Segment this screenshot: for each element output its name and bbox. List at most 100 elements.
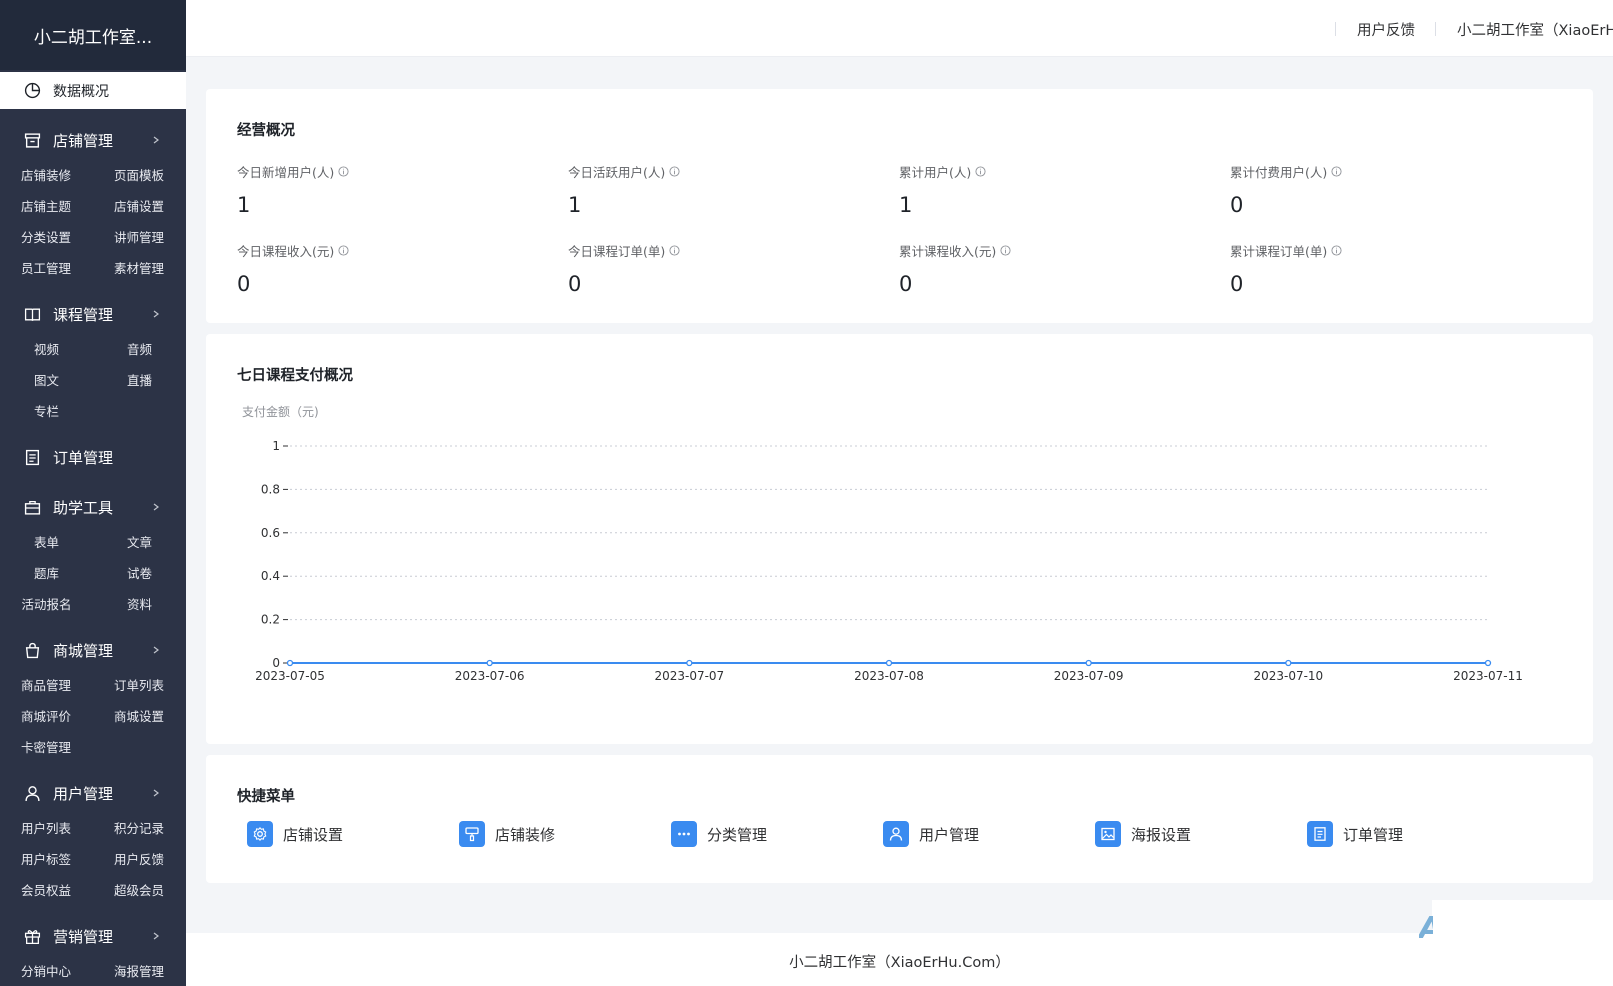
stat-total-course-orders: 累计课程订单(单) 0: [1230, 241, 1530, 296]
nav-item-data-overview[interactable]: 数据概况: [0, 72, 186, 109]
stat-today-active-users: 今日活跃用户(人) 1: [568, 162, 868, 217]
chevron-right-icon: [153, 503, 159, 511]
nav-sub-item[interactable]: 音频: [93, 333, 186, 364]
nav-group-label: 助学工具: [53, 498, 114, 517]
page-footer: 小二胡工作室（XiaoErHu.Com）: [186, 933, 1613, 986]
chevron-right-icon: [153, 789, 159, 797]
quick-item-label: 订单管理: [1343, 825, 1404, 844]
quick-item-shop-settings[interactable]: 店铺设置: [247, 821, 343, 847]
nav-group-head-marketing[interactable]: 营销管理: [0, 917, 186, 955]
user-icon: [889, 827, 903, 841]
nav-sub-item[interactable]: 用户标签: [0, 843, 93, 874]
stat-label: 今日课程收入(元): [237, 244, 335, 259]
nav-sub-item[interactable]: 视频: [0, 333, 93, 364]
stat-total-course-revenue: 累计课程收入(元) 0: [899, 241, 1199, 296]
brand-title[interactable]: 小二胡工作室...: [0, 0, 186, 70]
payment-line-chart: 支付金额（元) 0 0.2 0.4 0.6 0.8 1 2023-07-05 2023-07-0…: [242, 404, 1523, 683]
stat-total-paid-users: 累计付费用户(人) 0: [1230, 162, 1530, 217]
nav-sub-item[interactable]: 海报管理: [93, 955, 186, 986]
nav-sub-item[interactable]: 分类设置: [0, 221, 93, 252]
payment-chart-card: 七日课程支付概况 支付金额（元) 0 0.2 0.4 0.6 0.8 1 2023-07-05…: [206, 334, 1593, 744]
stat-value: 1: [899, 193, 913, 217]
nav-group-tools: 助学工具 表单 文章 题库 试卷 活动报名 资料: [0, 488, 186, 619]
nav-group-head-course[interactable]: 课程管理: [0, 295, 186, 333]
nav-group-head-users[interactable]: 用户管理: [0, 774, 186, 812]
gear-icon: [253, 826, 267, 842]
nav-group-head-tools[interactable]: 助学工具: [0, 488, 186, 526]
nav-sub-item[interactable]: 商城设置: [93, 700, 186, 731]
info-icon[interactable]: [975, 166, 986, 177]
nav-sub-item[interactable]: 商城评价: [0, 700, 93, 731]
image-icon: [1101, 827, 1115, 841]
feedback-link[interactable]: 用户反馈: [1357, 19, 1415, 40]
nav-group-head-mall[interactable]: 商城管理: [0, 631, 186, 669]
nav-sub-item[interactable]: 分销中心: [0, 955, 93, 986]
info-icon[interactable]: [1331, 245, 1342, 256]
nav-group-head-shop[interactable]: 店铺管理: [0, 121, 186, 159]
document-icon: [25, 449, 40, 465]
nav-sub-item[interactable]: 页面模板: [93, 159, 186, 190]
nav-group-shop: 店铺管理 店铺装修 页面模板 店铺主题 店铺设置 分类设置 讲师管理 员工管理 …: [0, 121, 186, 283]
nav-item-orders[interactable]: 订单管理: [0, 438, 186, 476]
nav-sub-item[interactable]: 资料: [93, 588, 186, 619]
sidebar: 小二胡工作室... 数据概况 店铺管理 店铺装修 页面模板 店铺主题 店铺设置 …: [0, 0, 186, 986]
overview-title: 经营概况: [237, 123, 295, 139]
quick-menu-title: 快捷菜单: [237, 789, 295, 805]
nav-sub-item[interactable]: 直播: [93, 364, 186, 395]
account-menu[interactable]: 小二胡工作室（XiaoErHu.Com）: [1457, 19, 1613, 40]
info-icon[interactable]: [338, 245, 349, 256]
nav-sub-item[interactable]: 活动报名: [0, 588, 93, 619]
nav-sub-item[interactable]: 订单列表: [93, 669, 186, 700]
stat-today-new-users: 今日新增用户(人) 1: [237, 162, 537, 217]
stat-value: 0: [568, 272, 582, 296]
quick-item-poster[interactable]: 海报设置: [1095, 821, 1191, 847]
nav-sub-item[interactable]: 文章: [93, 526, 186, 557]
nav-sub-item[interactable]: 题库: [0, 557, 93, 588]
data-point: [885, 659, 893, 667]
top-header: 用户反馈 小二胡工作室（XiaoErHu.Com）: [186, 0, 1613, 57]
overview-card: 经营概况 今日新增用户(人) 1 今日活跃用户(人) 1 累计用户(人) 1 累…: [206, 89, 1593, 323]
nav-sub-item[interactable]: 图文: [0, 364, 93, 395]
quick-item-label: 店铺装修: [495, 825, 556, 844]
x-tick-label: 2023-07-05: [255, 669, 325, 683]
info-icon[interactable]: [669, 245, 680, 256]
nav-sub-item[interactable]: 试卷: [93, 557, 186, 588]
data-point: [286, 659, 294, 667]
info-icon[interactable]: [1331, 166, 1342, 177]
nav-item-label: 订单管理: [53, 448, 114, 467]
nav-sub-item[interactable]: 员工管理: [0, 252, 93, 283]
nav-sub-item[interactable]: 卡密管理: [0, 731, 93, 762]
y-axis-label: 支付金额（元): [242, 404, 319, 419]
nav-sub-item[interactable]: 素材管理: [93, 252, 186, 283]
nav-sub-item[interactable]: 超级会员: [93, 874, 186, 905]
quick-item-users[interactable]: 用户管理: [883, 821, 979, 847]
stat-total-users: 累计用户(人) 1: [899, 162, 1199, 217]
quick-item-label: 用户管理: [919, 825, 980, 844]
quick-item-category[interactable]: 分类管理: [671, 821, 767, 847]
nav-sub-item[interactable]: 讲师管理: [93, 221, 186, 252]
nav-sub-item[interactable]: 店铺装修: [0, 159, 93, 190]
nav-sub-item[interactable]: 店铺设置: [93, 190, 186, 221]
info-icon[interactable]: [1000, 245, 1011, 256]
nav-sub-item[interactable]: 表单: [0, 526, 93, 557]
nav-sub-item[interactable]: 用户反馈: [93, 843, 186, 874]
info-icon[interactable]: [338, 166, 349, 177]
nav-sub-item[interactable]: 专栏: [0, 395, 93, 426]
nav-sub-item[interactable]: 积分记录: [93, 812, 186, 843]
quick-item-orders[interactable]: 订单管理: [1307, 821, 1403, 847]
info-icon[interactable]: [669, 166, 680, 177]
nav-sub-item[interactable]: 会员权益: [0, 874, 93, 905]
quick-item-label: 店铺设置: [283, 825, 344, 844]
quick-item-shop-decoration[interactable]: 店铺装修: [459, 821, 555, 847]
stat-value: 0: [1230, 193, 1244, 217]
data-point: [486, 659, 493, 667]
nav-group-label: 营销管理: [53, 927, 114, 946]
quick-item-label: 分类管理: [707, 825, 768, 844]
user-icon: [25, 785, 40, 801]
nav-group-label: 店铺管理: [53, 131, 114, 150]
y-tick-label: 1: [272, 439, 280, 453]
nav-sub-item[interactable]: 商品管理: [0, 669, 93, 700]
nav-sub-item[interactable]: 店铺主题: [0, 190, 93, 221]
nav-sub-item[interactable]: 用户列表: [0, 812, 93, 843]
store-icon: [24, 132, 41, 148]
